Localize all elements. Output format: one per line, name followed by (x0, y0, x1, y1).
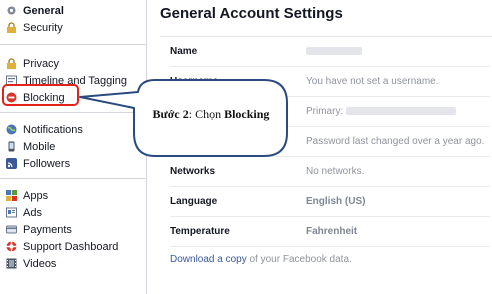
sidebar-group-notifications: Notifications Mobile Followers (0, 113, 146, 179)
callout-instruction: Bước 2: Chọn Blocking (140, 107, 282, 122)
lifebuoy-icon (6, 241, 17, 252)
sidebar-item-label: Support Dashboard (23, 240, 119, 253)
download-data-rest: of your Facebook data. (246, 254, 352, 265)
setting-value: You have not set a username. (306, 76, 439, 87)
mobile-icon (6, 141, 17, 152)
callout-target: Blocking (224, 107, 270, 121)
sidebar-item-label: Videos (23, 257, 57, 270)
blocking-highlight-box (2, 84, 79, 106)
setting-value: Primary: (306, 106, 457, 117)
settings-sidebar: General Security Privacy Timeline and Ta… (0, 0, 147, 294)
sidebar-item-privacy[interactable]: Privacy (0, 55, 146, 72)
sidebar-item-label: Privacy (23, 57, 60, 70)
sidebar-item-label: Ads (23, 206, 42, 219)
sidebar-item-ads[interactable]: Ads (0, 204, 146, 221)
sidebar-item-label: Payments (23, 223, 72, 236)
setting-key: Name (170, 46, 198, 57)
setting-key: Username (170, 76, 219, 87)
sidebar-item-label: Followers (23, 157, 71, 170)
download-data-text: Download a copy of your Facebook data. (170, 254, 352, 265)
setting-key: Networks (170, 166, 216, 177)
payments-icon (6, 224, 17, 235)
callout-middle: : Chọn (188, 107, 225, 121)
sidebar-item-followers[interactable]: Followers (0, 155, 146, 172)
setting-key: Password (170, 136, 218, 147)
setting-value: Password last changed over a year ago. (306, 136, 485, 147)
sidebar-item-videos[interactable]: Videos (0, 255, 146, 272)
callout-step: Bước 2 (152, 107, 189, 121)
setting-value: Fahrenheit (306, 226, 358, 237)
sidebar-item-label: Security (23, 21, 63, 34)
setting-row-networks[interactable]: Networks No networks. (170, 157, 490, 187)
setting-key: Language (170, 196, 218, 207)
main-content: General Account Settings Name Username Y… (160, 0, 492, 294)
sidebar-item-label: General (23, 4, 64, 17)
sidebar-group-account: General Security (0, 0, 146, 45)
rss-icon (6, 158, 17, 169)
sidebar-item-label: Apps (23, 189, 49, 202)
setting-row-username[interactable]: Username You have not set a username. (170, 67, 490, 97)
setting-value: No networks. (306, 166, 365, 177)
globe-icon (6, 124, 17, 135)
padlock-icon (6, 58, 17, 69)
sidebar-item-security[interactable]: Security (0, 19, 146, 36)
setting-row-name[interactable]: Name (170, 37, 490, 67)
setting-value: English (US) (306, 196, 366, 207)
page-title: General Account Settings (160, 5, 343, 22)
lock-icon (6, 22, 17, 33)
sidebar-item-payments[interactable]: Payments (0, 221, 146, 238)
gear-icon (6, 5, 17, 16)
setting-row-language[interactable]: Language English (US) (170, 187, 490, 217)
sidebar-item-mobile[interactable]: Mobile (0, 138, 146, 155)
download-copy-link[interactable]: Download a copy (170, 254, 247, 265)
sidebar-item-label: Mobile (23, 140, 56, 153)
redacted-email (346, 107, 457, 116)
setting-row-temperature[interactable]: Temperature Fahrenheit (170, 217, 490, 247)
setting-row-password[interactable]: Password Password last changed over a ye… (170, 127, 490, 157)
sidebar-item-support-dashboard[interactable]: Support Dashboard (0, 238, 146, 255)
sidebar-item-notifications[interactable]: Notifications (0, 121, 146, 138)
sidebar-item-label: Notifications (23, 123, 83, 136)
setting-value-label: Primary: (306, 106, 344, 117)
film-icon (6, 258, 17, 269)
apps-icon (6, 190, 17, 201)
sidebar-item-apps[interactable]: Apps (0, 187, 146, 204)
setting-value-redacted (306, 46, 362, 57)
sidebar-item-general[interactable]: General (0, 2, 146, 19)
sidebar-group-apps: Apps Ads Payments Support Dashboard Vide… (0, 179, 146, 272)
setting-key: Temperature (170, 226, 230, 237)
ads-icon (6, 207, 17, 218)
